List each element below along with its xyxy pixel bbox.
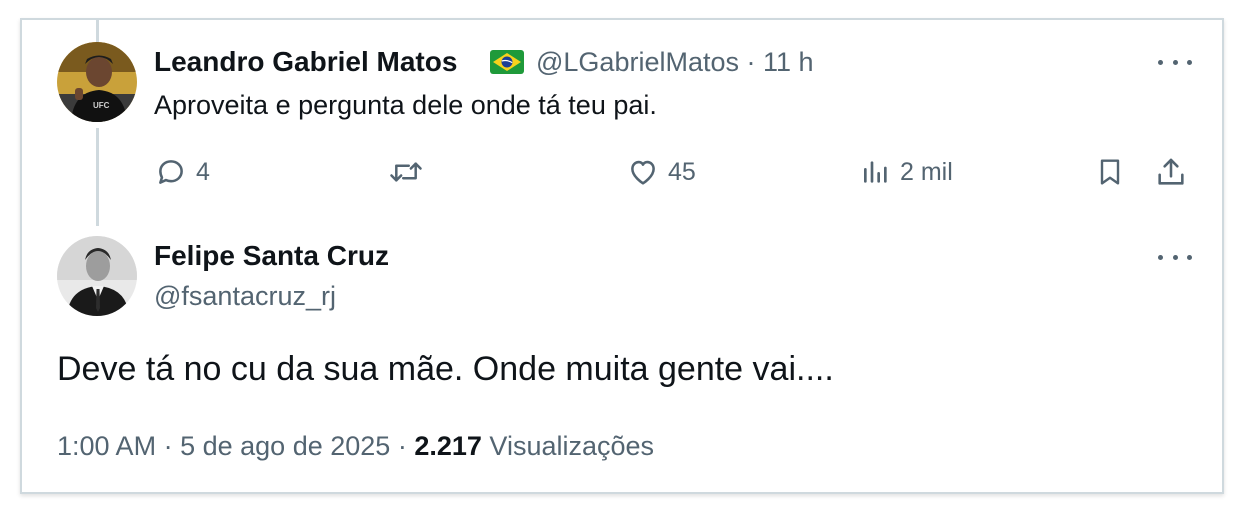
reply-more-icon[interactable]	[1158, 52, 1192, 72]
share-icon	[1154, 155, 1188, 189]
tweet-meta: 1:00 AM · 5 de ago de 2025 · 2.217 Visua…	[57, 431, 654, 462]
like-icon	[626, 155, 660, 189]
thread-line-top	[96, 20, 99, 42]
avatar-leandro[interactable]: UFC	[57, 42, 137, 122]
views-label: Visualizações	[489, 431, 655, 461]
main-more-icon[interactable]	[1158, 247, 1192, 267]
reply-time[interactable]: 11 h	[763, 47, 814, 77]
tweet-thread-card: UFC Leandro Gabriel Matos @LGabrielMatos…	[20, 18, 1224, 494]
like-button[interactable]: 45	[626, 154, 696, 190]
views-count: 2 mil	[900, 157, 953, 186]
bookmark-button[interactable]	[1094, 154, 1126, 190]
repost-button[interactable]	[388, 154, 432, 190]
reply-handle[interactable]: @LGabrielMatos	[536, 47, 739, 77]
reply-author-name[interactable]: Leandro Gabriel Matos	[154, 46, 457, 78]
like-count: 45	[668, 157, 696, 186]
svg-text:UFC: UFC	[93, 101, 110, 110]
main-author-name[interactable]: Felipe Santa Cruz	[154, 240, 389, 272]
share-button[interactable]	[1154, 154, 1188, 190]
bookmark-icon	[1094, 155, 1126, 189]
thread-line-connector	[96, 128, 99, 226]
views-button[interactable]: 2 mil	[860, 154, 953, 190]
repost-icon	[388, 155, 424, 189]
brazil-flag-icon	[490, 50, 524, 79]
reply-text: Aproveita e pergunta dele onde tá teu pa…	[154, 90, 657, 120]
views-total: 2.217	[414, 431, 482, 461]
separator: ·	[746, 47, 756, 77]
main-handle[interactable]: @fsantacruz_rj	[154, 281, 336, 312]
views-icon	[860, 155, 892, 189]
tweet-date[interactable]: 5 de ago de 2025	[180, 431, 390, 461]
main-tweet-text: Deve tá no cu da sua mãe. Onde muita gen…	[57, 350, 834, 388]
tweet-time[interactable]: 1:00 AM	[57, 431, 156, 461]
reply-count: 4	[196, 157, 210, 186]
reply-icon	[154, 155, 188, 189]
avatar-felipe[interactable]	[57, 236, 137, 316]
separator: ·	[397, 431, 407, 461]
reply-button[interactable]: 4	[154, 154, 210, 190]
reply-handle-line: @LGabrielMatos · 11 h	[536, 47, 814, 78]
separator: ·	[163, 431, 173, 461]
